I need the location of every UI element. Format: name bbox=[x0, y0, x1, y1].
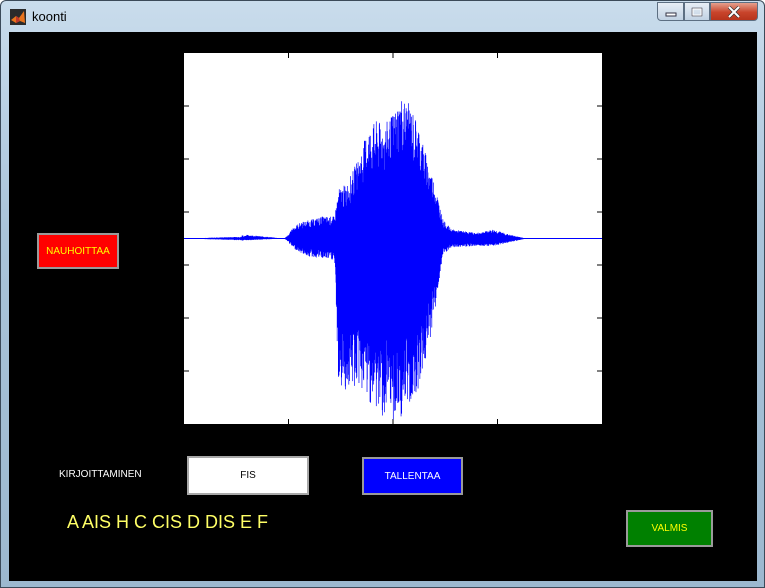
note-input[interactable]: FIS bbox=[187, 456, 309, 495]
done-button[interactable]: VALMIS bbox=[626, 510, 713, 547]
save-button[interactable]: TALLENTAA bbox=[362, 457, 463, 495]
waveform-plot bbox=[183, 53, 602, 424]
window-title: koonti bbox=[32, 9, 67, 24]
minimize-button[interactable] bbox=[657, 2, 684, 21]
minimize-icon bbox=[665, 12, 676, 16]
writing-label: KIRJOITTAMINEN bbox=[59, 469, 142, 480]
maximize-icon bbox=[691, 7, 703, 16]
matlab-app-icon bbox=[10, 9, 26, 25]
note-names-text: A AIS H C CIS D DIS E F bbox=[67, 512, 269, 532]
figure-canvas: NAUHOITTAA KIRJOITTAMINEN FIS TALLENTAA … bbox=[9, 32, 757, 581]
record-button[interactable]: NAUHOITTAA bbox=[37, 233, 119, 269]
title-bar[interactable]: koonti bbox=[1, 1, 764, 31]
app-window: koonti NAUHOITTAA KIRJOITTAMINEN FIS TAL… bbox=[0, 0, 765, 588]
close-button[interactable] bbox=[710, 2, 758, 21]
close-icon bbox=[727, 5, 741, 18]
maximize-button[interactable] bbox=[684, 2, 710, 21]
